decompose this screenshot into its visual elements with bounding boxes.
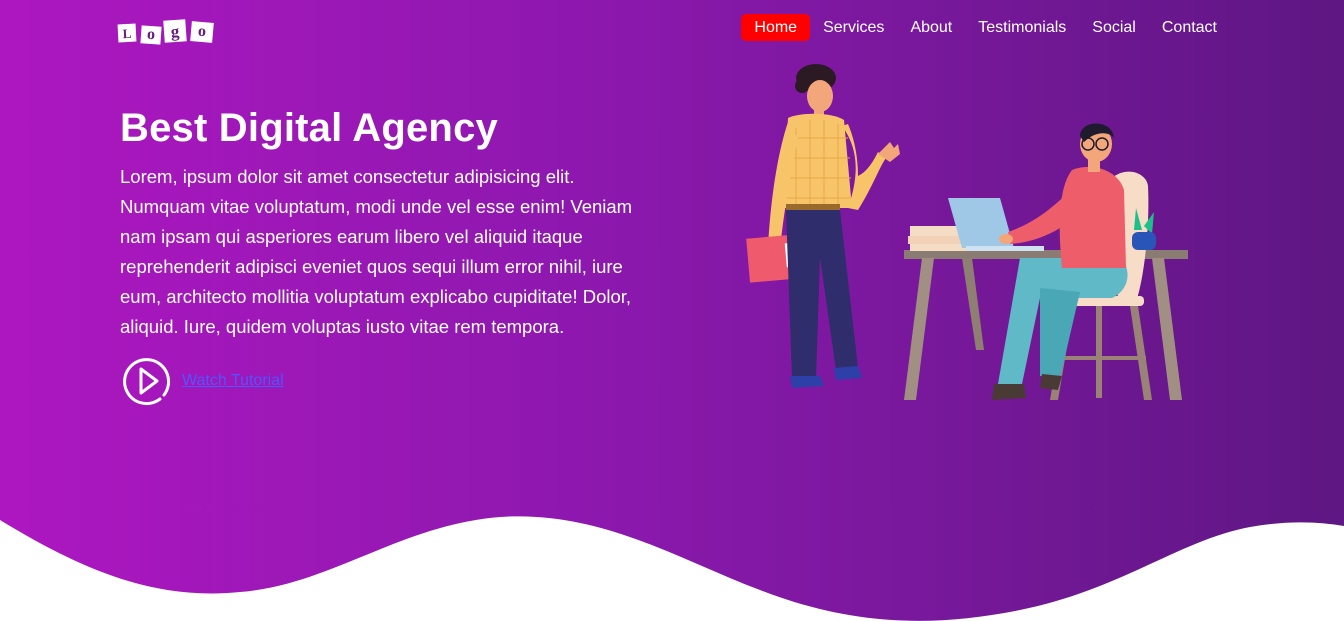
nav-about[interactable]: About (897, 14, 965, 41)
logo-letter: o (140, 25, 162, 45)
site-logo[interactable]: L o g o (117, 18, 218, 46)
standing-person-figure (746, 64, 900, 388)
hero-title: Best Digital Agency (120, 106, 498, 150)
office-illustration (746, 64, 1188, 400)
nav-services[interactable]: Services (810, 14, 897, 41)
logo-letter: L (117, 23, 137, 43)
logo-letter: o (190, 21, 214, 43)
nav-home[interactable]: Home (741, 14, 811, 41)
hero-section: L o g o Home Services About Testimonials… (0, 0, 1344, 621)
main-nav: Home Services About Testimonials Social … (741, 14, 1230, 41)
watch-tutorial: Watch Tutorial (120, 355, 284, 407)
watch-tutorial-link[interactable]: Watch Tutorial (182, 372, 284, 390)
hero-description: Lorem, ipsum dolor sit amet consectetur … (120, 166, 633, 337)
nav-contact[interactable]: Contact (1149, 14, 1230, 41)
nav-social[interactable]: Social (1079, 14, 1149, 41)
nav-testimonials[interactable]: Testimonials (965, 14, 1079, 41)
logo-letter: g (163, 19, 187, 43)
play-circle-icon[interactable] (120, 355, 172, 407)
